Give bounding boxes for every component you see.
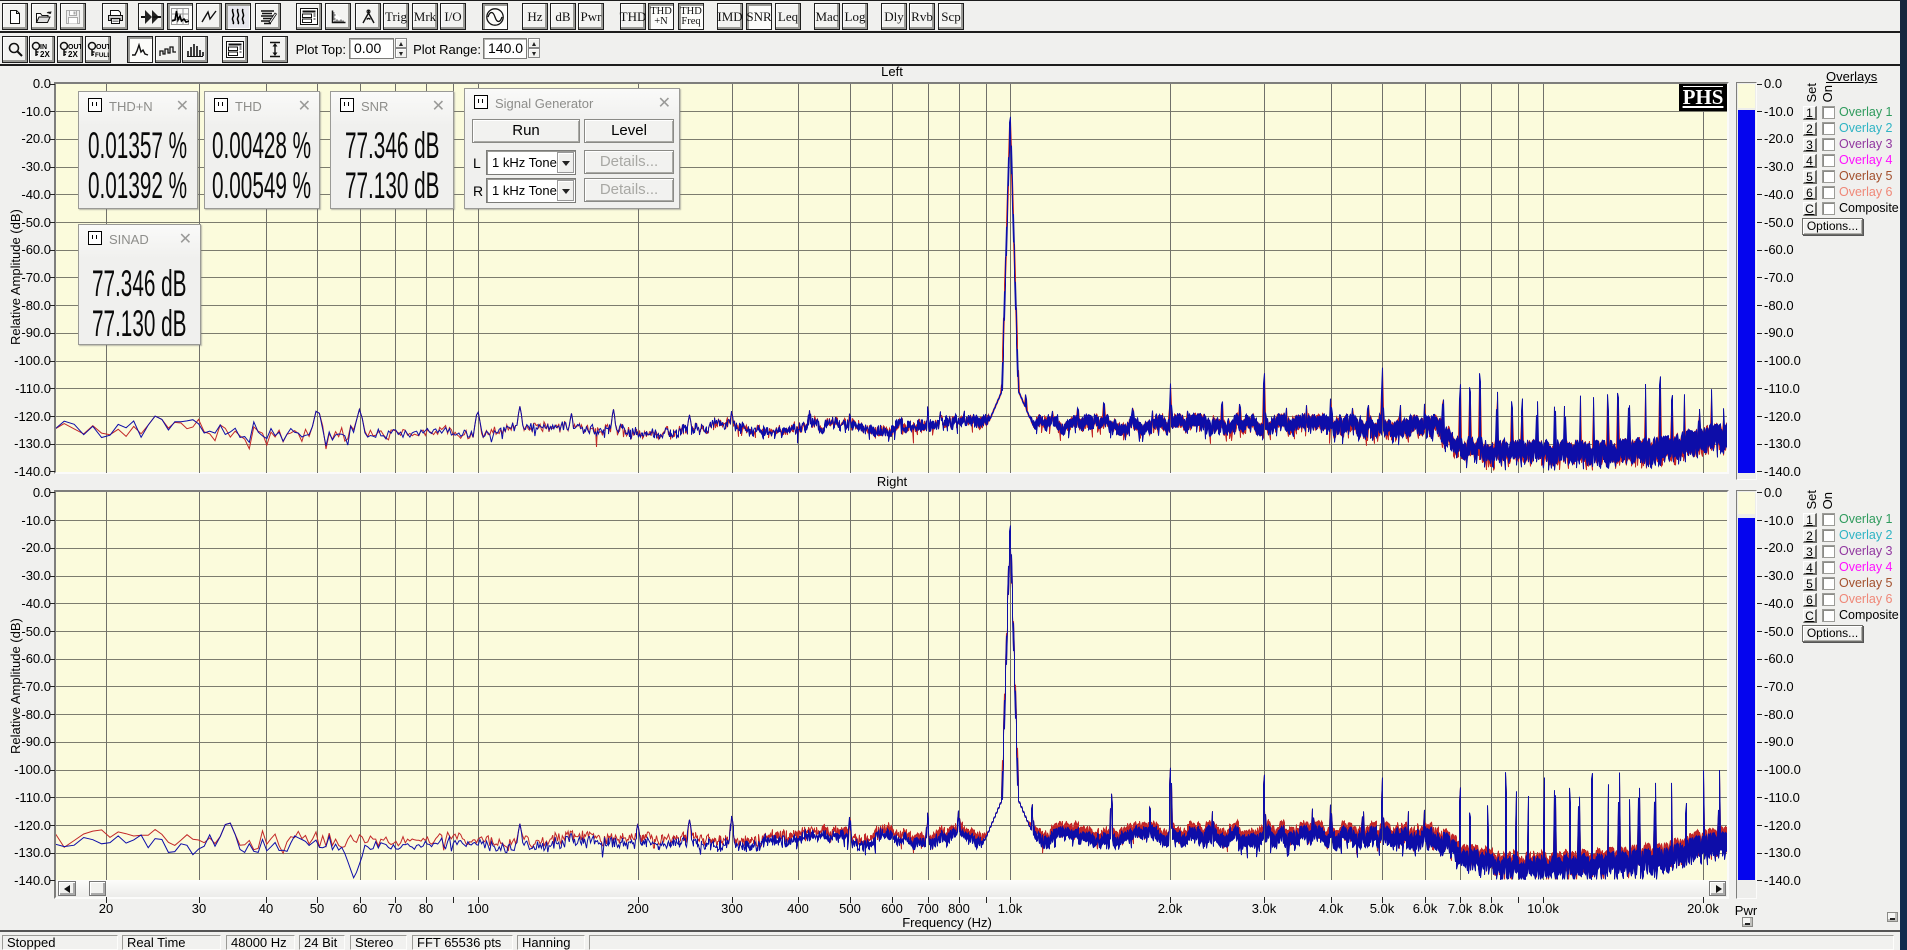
svg-text:2X: 2X xyxy=(40,50,50,59)
svg-text:FULL: FULL xyxy=(95,52,109,59)
svg-text:2X: 2X xyxy=(68,50,78,59)
svg-text:OUT: OUT xyxy=(96,44,109,51)
